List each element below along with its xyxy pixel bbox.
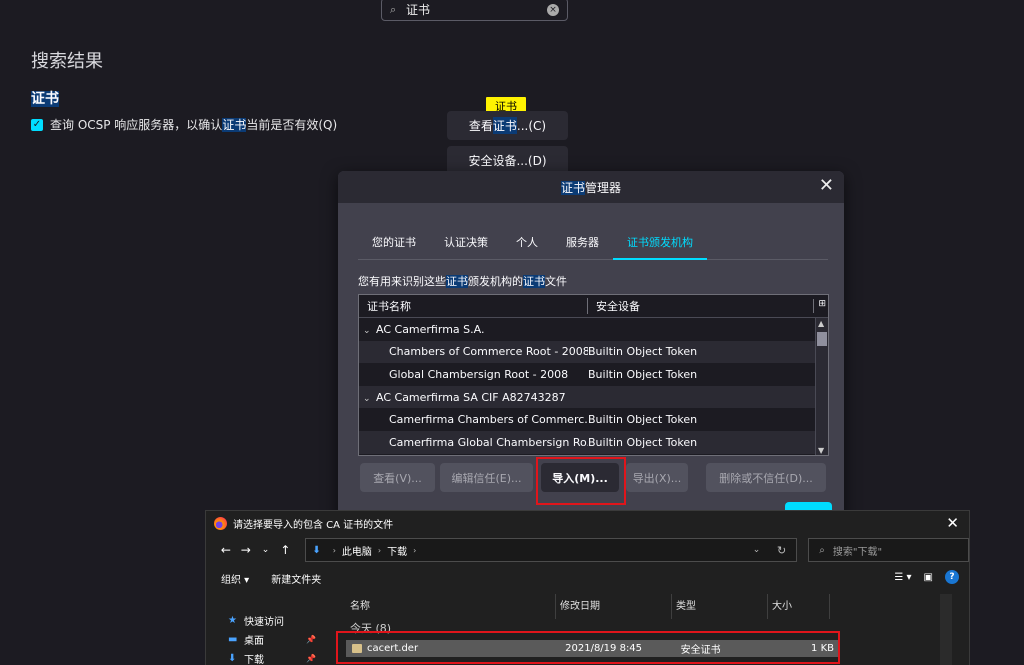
tab-bar: 您的证书 认证决策 个人 服务器 证书颁发机构	[358, 227, 828, 260]
star-icon: ★	[228, 615, 237, 626]
search-value: 证书	[406, 3, 431, 17]
column-header-type[interactable]: 类型	[672, 594, 768, 619]
tree-scrollbar[interactable]: ▲ ▼	[815, 318, 828, 455]
tree-group-row[interactable]: ⌄ AC Camerfirma SA CIF A82743287	[359, 385, 828, 409]
cert-name: Chambers of Commerce Root - 2008	[389, 345, 588, 359]
file-dialog-toolbar: 组织 ▾ 新建文件夹 ☰ ▾ ▣ ?	[206, 565, 969, 591]
new-folder-button[interactable]: 新建文件夹	[271, 571, 321, 586]
tree-header: 证书名称 安全设备 ⊞	[359, 295, 828, 318]
refresh-icon[interactable]: ↻	[777, 544, 786, 557]
address-bar[interactable]: ⬇ › 此电脑 › 下载 › ⌄ ↻	[305, 538, 798, 562]
chevron-down-icon: ⌄	[363, 325, 371, 336]
cert-device: Builtin Object Token	[588, 345, 698, 359]
export-button[interactable]: 导出(X)...	[626, 463, 688, 492]
scroll-up-icon[interactable]: ▲	[818, 319, 824, 328]
sidebar-item-desktop[interactable]: ▬ 桌面 📌	[206, 630, 322, 649]
tab-people[interactable]: 个人	[502, 227, 552, 260]
desktop-icon: ▬	[228, 634, 238, 645]
scrollbar-thumb[interactable]	[817, 332, 827, 346]
pin-icon: 📌	[306, 635, 316, 644]
help-icon[interactable]: ?	[945, 570, 959, 584]
annotation-highlight-box	[536, 457, 626, 505]
section-heading: 证书	[31, 91, 59, 107]
file-dialog-title: 请选择要导入的包含 CA 证书的文件	[233, 519, 394, 531]
column-header-name[interactable]: 证书名称	[359, 298, 588, 314]
close-icon[interactable]: ✕	[819, 177, 834, 195]
cert-device: Builtin Object Token	[588, 435, 698, 449]
tab-authorities[interactable]: 证书颁发机构	[613, 227, 707, 260]
clear-icon[interactable]: ×	[547, 3, 559, 16]
tree-row[interactable]: Camerfirma Chambers of Commerc... Builti…	[359, 408, 828, 431]
search-icon: ⌕	[390, 2, 397, 16]
navigation-pane: ★ 快速访问 ▬ 桌面 📌 ⬇ 下载 📌	[206, 594, 322, 665]
cert-name: Global Chambersign Root - 2008	[389, 367, 569, 381]
column-header-device[interactable]: 安全设备	[588, 298, 640, 314]
dialog-title: 证书管理器	[560, 180, 622, 195]
column-header-name[interactable]: 名称	[346, 594, 556, 619]
file-dialog-navbar: ← → ⌄ ↑ ⬇ › 此电脑 › 下载 › ⌄ ↻ ⌕ 搜索"下载"	[206, 535, 969, 565]
tree-group-row[interactable]: ⌄ AC Camerfirma S.A.	[359, 318, 828, 341]
sidebar-item-quick-access[interactable]: ★ 快速访问	[206, 611, 322, 630]
settings-search-input[interactable]: ⌕ 证书 ×	[381, 0, 568, 21]
file-list-scrollbar[interactable]	[940, 594, 952, 665]
sidebar-item-downloads[interactable]: ⬇ 下载 📌	[206, 649, 322, 665]
column-header-date[interactable]: 修改日期	[556, 594, 672, 619]
ocsp-checkbox[interactable]: ✓	[31, 118, 43, 131]
page-title: 搜索结果	[31, 51, 103, 72]
tab-your-certs[interactable]: 您的证书	[358, 227, 430, 260]
chevron-down-icon: ⌄	[363, 393, 371, 404]
cert-device: Builtin Object Token	[588, 413, 698, 427]
file-dialog-titlebar: 请选择要导入的包含 CA 证书的文件 ✕	[206, 511, 969, 535]
file-search-input[interactable]: ⌕ 搜索"下载"	[808, 538, 969, 562]
up-arrow-icon[interactable]: ↑	[275, 543, 295, 557]
cert-name: Camerfirma Chambers of Commerc...	[389, 413, 588, 427]
tab-decisions[interactable]: 认证决策	[430, 227, 502, 260]
tree-row[interactable]: Camerfirma Global Chambersign Ro... Buil…	[359, 430, 828, 454]
edit-trust-button[interactable]: 编辑信任(E)...	[440, 463, 533, 492]
breadcrumb-this-pc[interactable]: 此电脑	[342, 543, 372, 558]
firefox-icon	[214, 516, 227, 530]
organize-menu[interactable]: 组织 ▾	[221, 571, 249, 586]
file-search-placeholder: 搜索"下载"	[832, 546, 883, 558]
download-icon: ⬇	[228, 653, 237, 664]
pin-icon: 📌	[306, 654, 316, 663]
intro-text: 您有用来识别这些证书颁发机构的证书文件	[358, 275, 567, 288]
forward-arrow-icon[interactable]: →	[236, 543, 256, 557]
dialog-titlebar: 证书管理器 ✕	[338, 171, 844, 203]
recent-locations-icon[interactable]: ⌄	[256, 545, 276, 555]
close-icon[interactable]: ✕	[946, 514, 959, 532]
tab-servers[interactable]: 服务器	[552, 227, 613, 260]
download-icon: ⬇	[312, 544, 321, 556]
chevron-down-icon[interactable]: ⌄	[753, 545, 761, 555]
view-options-icon[interactable]: ☰ ▾	[894, 572, 911, 583]
certificate-manager-dialog: 证书管理器 ✕ 您的证书 认证决策 个人 服务器 证书颁发机构 您有用来识别这些…	[338, 171, 844, 534]
column-header-size[interactable]: 大小	[768, 594, 830, 619]
cert-device: Builtin Object Token	[588, 367, 698, 381]
back-arrow-icon[interactable]: ←	[216, 543, 236, 557]
preview-pane-icon[interactable]: ▣	[924, 572, 933, 583]
column-picker-icon[interactable]: ⊞	[813, 299, 826, 313]
view-button[interactable]: 查看(V)...	[360, 463, 435, 492]
delete-distrust-button[interactable]: 删除或不信任(D)...	[706, 463, 826, 492]
ocsp-checkbox-row[interactable]: ✓ 查询 OCSP 响应服务器，以确认证书当前是否有效(Q)	[31, 116, 337, 133]
view-certificates-button[interactable]: 查看 证书 ...(C)	[447, 111, 568, 140]
annotation-highlight-box	[336, 631, 840, 664]
breadcrumb-downloads[interactable]: 下载	[387, 543, 407, 558]
file-open-dialog: 请选择要导入的包含 CA 证书的文件 ✕ ← → ⌄ ↑ ⬇ › 此电脑 › 下…	[205, 510, 970, 665]
cert-name: Camerfirma Global Chambersign Ro...	[389, 435, 588, 449]
ocsp-label: 查询 OCSP 响应服务器，以确认证书当前是否有效(Q)	[50, 118, 338, 132]
file-list-header: 名称 修改日期 类型 大小	[346, 594, 952, 619]
scroll-down-icon[interactable]: ▼	[818, 446, 824, 455]
search-icon: ⌕	[819, 544, 825, 556]
certificate-tree[interactable]: 证书名称 安全设备 ⊞ ⌄ AC Camerfirma S.A. Chambers…	[358, 294, 829, 456]
tree-row[interactable]: Global Chambersign Root - 2008 Builtin O…	[359, 363, 828, 386]
tree-row[interactable]: Chambers of Commerce Root - 2008 Builtin…	[359, 340, 828, 364]
